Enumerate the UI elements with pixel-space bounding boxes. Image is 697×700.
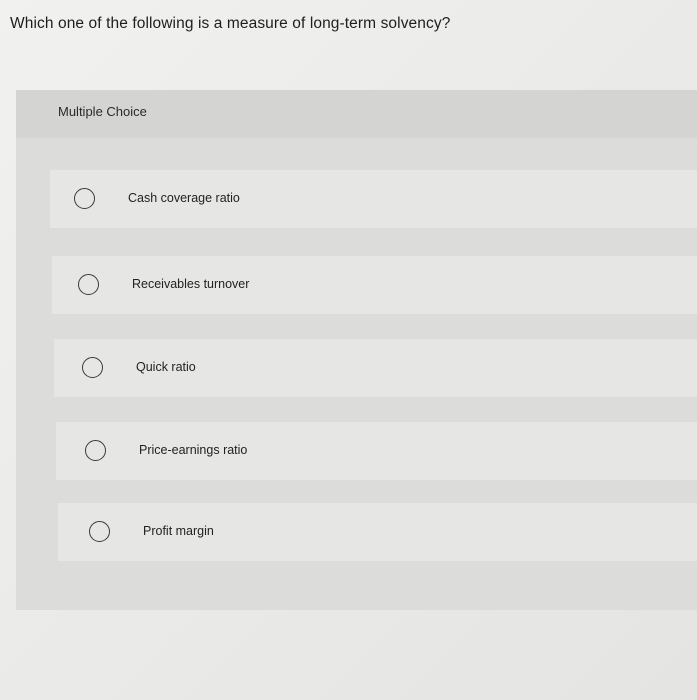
- multiple-choice-panel: Multiple Choice Cash coverage ratio Rece…: [16, 90, 697, 610]
- radio-button-icon[interactable]: [82, 357, 103, 378]
- question-text: Which one of the following is a measure …: [10, 15, 451, 32]
- radio-button-icon[interactable]: [74, 188, 95, 209]
- answer-option-4[interactable]: Price-earnings ratio: [56, 422, 697, 480]
- panel-title: Multiple Choice: [58, 104, 147, 119]
- answer-option-3[interactable]: Quick ratio: [54, 339, 697, 397]
- option-label: Receivables turnover: [132, 277, 250, 291]
- answer-option-2[interactable]: Receivables turnover: [52, 256, 697, 314]
- radio-button-icon[interactable]: [89, 521, 110, 542]
- option-label: Cash coverage ratio: [128, 191, 240, 205]
- option-label: Profit margin: [143, 524, 214, 538]
- answer-option-5[interactable]: Profit margin: [58, 503, 697, 561]
- option-label: Price-earnings ratio: [139, 443, 248, 457]
- answer-option-1[interactable]: Cash coverage ratio: [50, 170, 697, 228]
- option-label: Quick ratio: [136, 360, 196, 374]
- radio-button-icon[interactable]: [78, 274, 99, 295]
- radio-button-icon[interactable]: [85, 440, 106, 461]
- panel-header: Multiple Choice: [16, 90, 697, 138]
